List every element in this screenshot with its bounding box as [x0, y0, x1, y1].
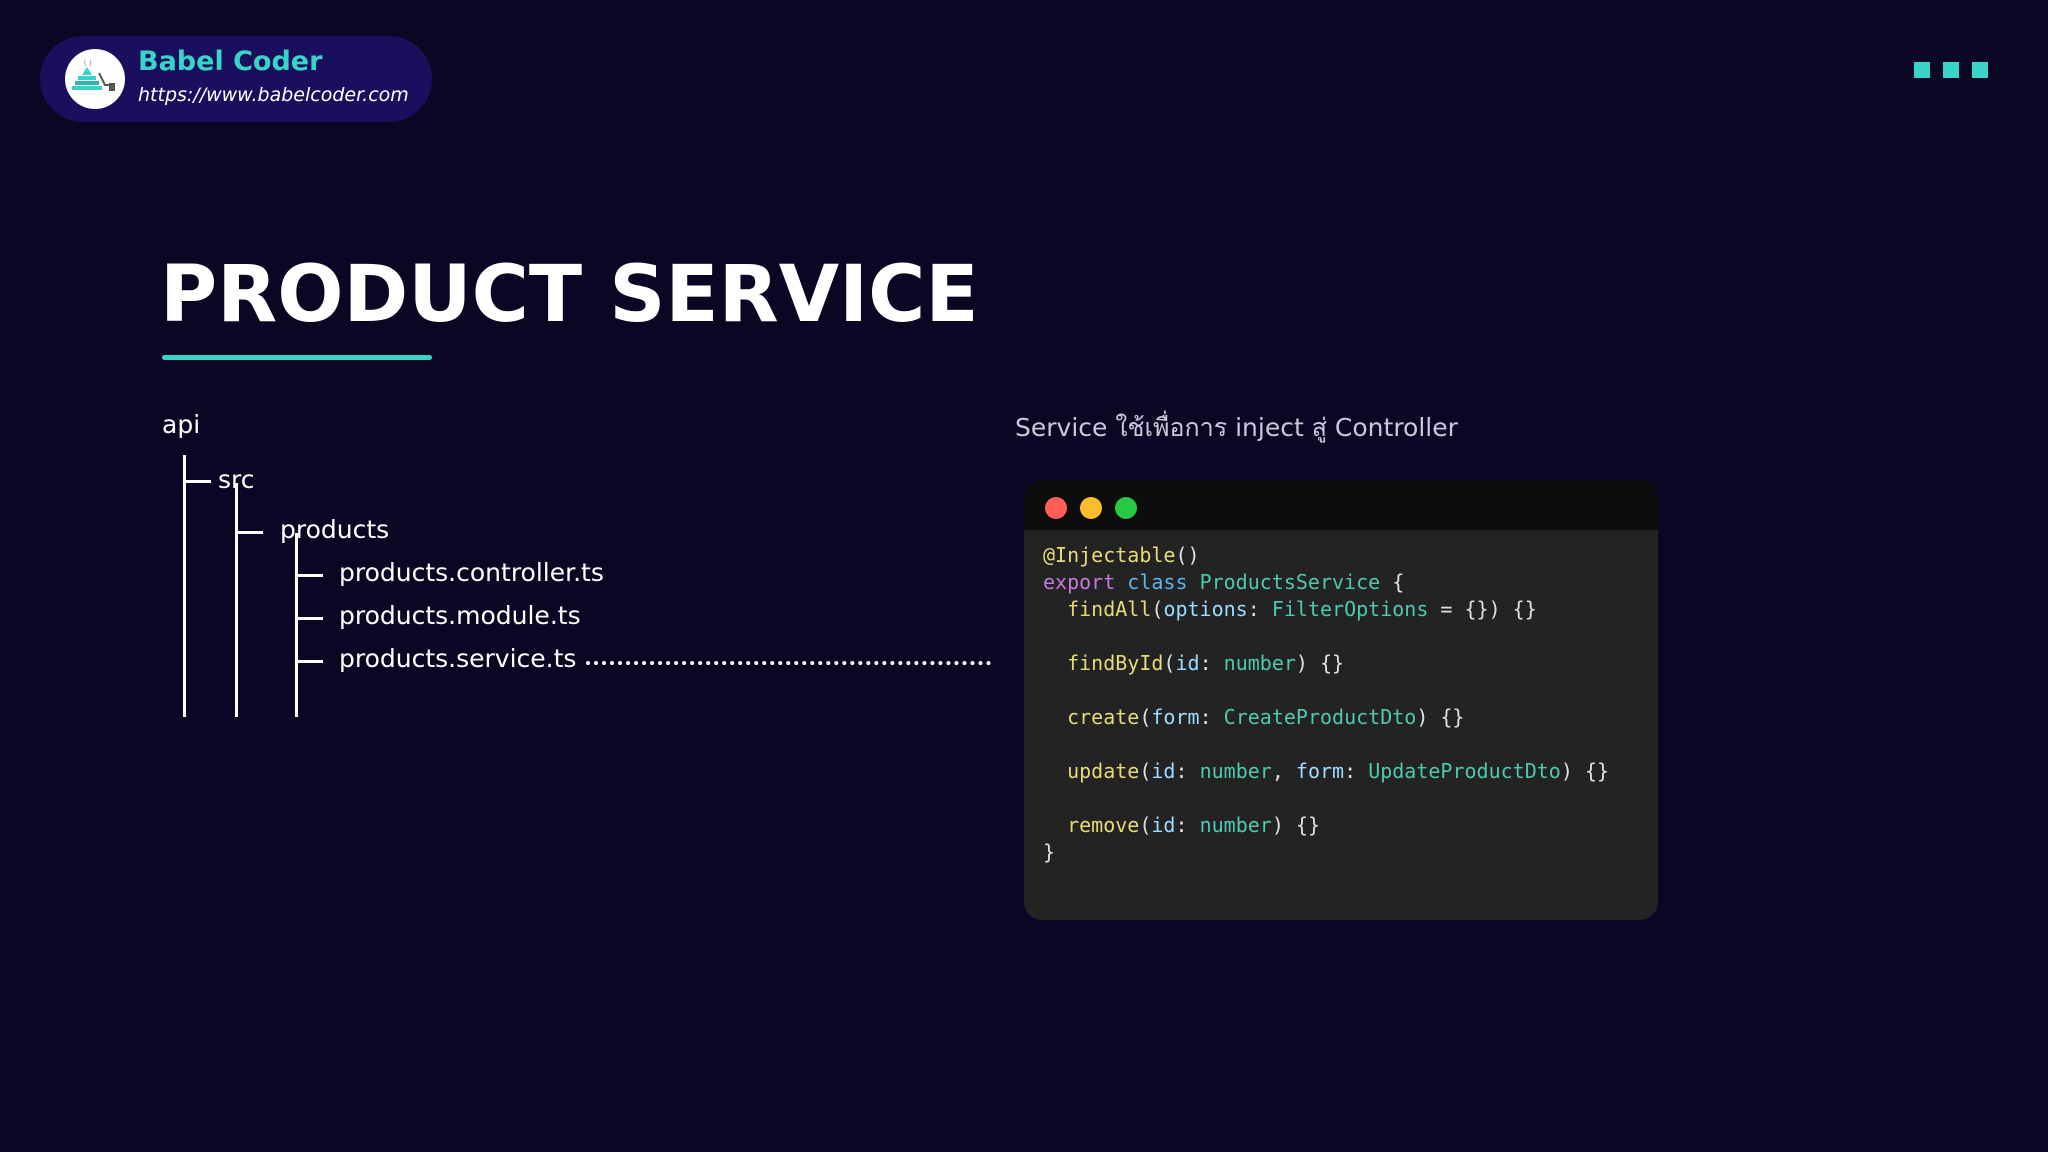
brand-logo-icon: { } [65, 49, 125, 109]
title-underline [162, 355, 432, 360]
close-dot-icon [1045, 497, 1067, 519]
minimize-dot-icon [1080, 497, 1102, 519]
code-tail: ) {} [1416, 705, 1465, 729]
code-line-create: create(form: CreateProductDto) {} [1067, 705, 1465, 729]
tree-folder-products: products [280, 515, 390, 544]
code-param: id [1175, 651, 1200, 675]
code-type: FilterOptions [1271, 597, 1429, 621]
tree-file-service: products.service.ts [339, 644, 577, 673]
code-line-close: } [1043, 839, 1609, 866]
code-close-brace: } [1043, 840, 1056, 864]
code-method-name: create [1067, 705, 1140, 729]
code-tail: ) {} [1295, 651, 1345, 675]
code-line-decorator: @Injectable() [1043, 542, 1609, 569]
code-method-name: update [1067, 759, 1140, 783]
three-squares-icon [1914, 62, 1990, 78]
tree-file-module: products.module.ts [339, 601, 581, 630]
code-param: options [1163, 597, 1248, 621]
code-tail: ) {} [1271, 813, 1320, 837]
code-decorator-parens: () [1175, 543, 1200, 567]
brand-name: Babel Coder [138, 46, 323, 77]
code-tail: ) {} [1560, 759, 1610, 783]
code-block: @Injectable() export class ProductsServic… [1043, 542, 1609, 866]
service-caption: Service ใช้เพื่อการ inject สู่ Controlle… [1015, 413, 1458, 442]
code-line-findbyid: findById(id: number) {} [1067, 651, 1345, 675]
tree-branch-line [295, 533, 298, 717]
code-line-class: export class ProductsService { [1043, 569, 1609, 596]
code-type: CreateProductDto [1223, 705, 1417, 729]
code-param: id [1151, 813, 1176, 837]
code-type: UpdateProductDto [1368, 759, 1561, 783]
tree-branch-tick [183, 480, 211, 483]
code-export-keyword: export [1043, 570, 1116, 594]
code-default: = {} [1428, 597, 1489, 621]
code-class-keyword: class [1127, 570, 1188, 594]
code-decorator: @Injectable [1043, 543, 1176, 567]
tree-folder-src: src [218, 465, 255, 494]
code-open-brace: { [1392, 570, 1405, 594]
brand-url[interactable]: https://www.babelcoder.com [138, 84, 409, 106]
code-line-findall: findAll(options: FilterOptions = {}) {} [1067, 597, 1537, 621]
code-titlebar [1024, 480, 1658, 530]
code-type: number [1199, 813, 1272, 837]
code-param: id [1151, 759, 1176, 783]
code-method-name: findAll [1067, 597, 1152, 621]
code-line-update: update(id: number, form: UpdateProductDt… [1067, 759, 1610, 783]
code-window: @Injectable() export class ProductsServic… [1024, 480, 1658, 920]
tree-branch-tick [295, 617, 323, 620]
dotted-connector [586, 661, 991, 665]
code-tail: ) {} [1488, 597, 1537, 621]
code-class-name: ProductsService [1199, 570, 1381, 594]
tree-folder-api: api [162, 410, 201, 439]
brand-badge: { } Babel Coder https://www.babelcoder.c… [40, 36, 432, 122]
tree-branch-tick [295, 574, 323, 577]
code-type: number [1199, 759, 1272, 783]
maximize-dot-icon [1115, 497, 1137, 519]
code-type: number [1223, 651, 1296, 675]
tree-branch-line [235, 483, 238, 717]
code-param: form [1295, 759, 1345, 783]
page-title: PRODUCT SERVICE [160, 250, 979, 340]
svg-text:{ }: { } [83, 60, 93, 67]
tree-file-controller: products.controller.ts [339, 558, 604, 587]
code-method-name: remove [1067, 813, 1140, 837]
tree-branch-line [183, 455, 186, 717]
code-method-name: findById [1067, 651, 1164, 675]
code-line-remove: remove(id: number) {} [1067, 813, 1320, 837]
code-param: form [1151, 705, 1200, 729]
tree-branch-tick [235, 531, 263, 534]
tree-branch-tick [295, 660, 323, 663]
